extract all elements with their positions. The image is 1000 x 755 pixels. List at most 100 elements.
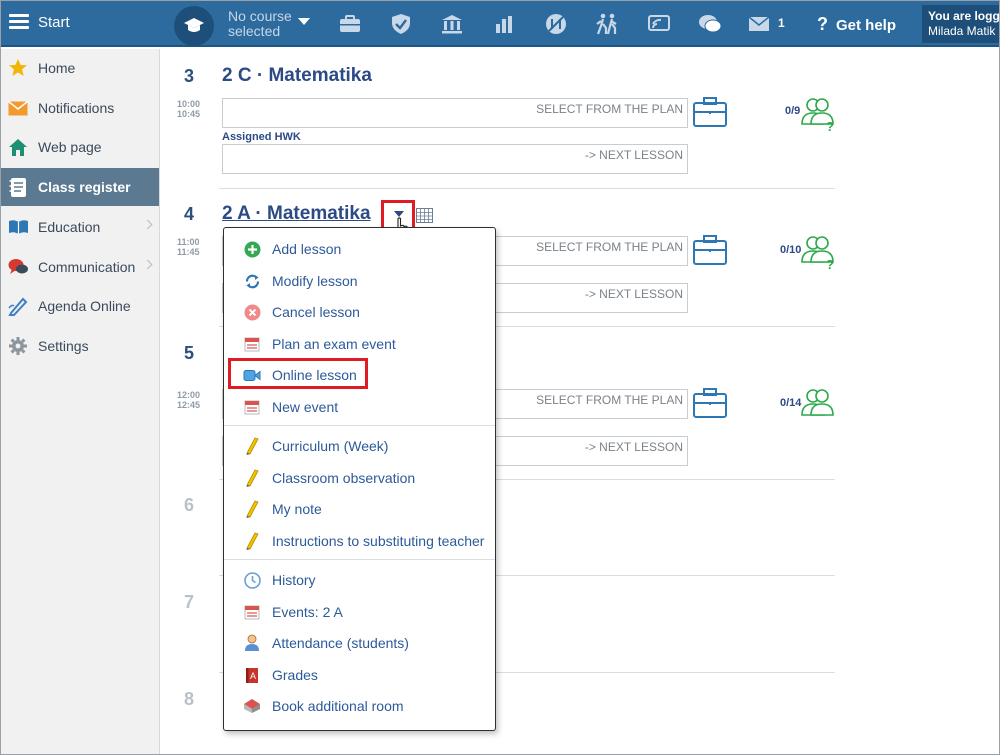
pencil-icon: [243, 437, 261, 455]
sidebar-item-label: Settings: [38, 338, 89, 354]
lesson-title[interactable]: 2 C · Matematika: [222, 65, 372, 87]
briefcase-icon[interactable]: [338, 13, 362, 35]
no-meal-icon[interactable]: [544, 13, 568, 35]
lesson-number: 7: [184, 592, 195, 612]
sidebar: Home Notifications Web page Class regist…: [1, 49, 160, 754]
sidebar-item-agenda-online[interactable]: Agenda Online: [1, 287, 159, 325]
chevron-right-icon: [142, 219, 153, 230]
sidebar-item-label: Education: [38, 219, 101, 235]
envelope-icon: [7, 97, 29, 119]
time-end: 10:45: [177, 109, 201, 119]
briefcase-icon[interactable]: [693, 235, 727, 265]
students-question-icon[interactable]: ?: [800, 97, 836, 131]
menu-item-classroom-observation[interactable]: Classroom observation: [224, 463, 494, 493]
menu-item-label: Cancel lesson: [272, 304, 360, 320]
pencil-icon: [243, 532, 261, 550]
menu-item-grades[interactable]: A Grades: [224, 660, 494, 690]
shield-check-icon[interactable]: [389, 13, 413, 35]
menu-item-label: History: [272, 572, 316, 588]
briefcase-icon[interactable]: [693, 388, 727, 418]
lesson-number: 8: [184, 689, 195, 709]
sidebar-item-communication[interactable]: Communication: [1, 248, 159, 286]
sidebar-item-label: Communication: [38, 259, 136, 275]
sidebar-item-label: Notifications: [38, 100, 115, 116]
sidebar-item-home[interactable]: Home: [1, 49, 159, 87]
menu-item-book-additional-room[interactable]: Book additional room: [224, 691, 494, 721]
calendar-event-icon: [243, 335, 261, 353]
lesson-number: 6: [184, 495, 195, 515]
sidebar-item-settings[interactable]: Settings: [1, 327, 159, 365]
time-end: 12:45: [177, 400, 201, 410]
sidebar-item-class-register[interactable]: Class register: [1, 168, 159, 206]
sidebar-item-label: Class register: [38, 179, 131, 195]
menu-item-plan-exam-event[interactable]: Plan an exam event: [224, 329, 494, 359]
menu-item-my-note[interactable]: My note: [224, 494, 494, 524]
online-lesson-highlight: [228, 358, 368, 389]
menu-item-attendance-students[interactable]: Attendance (students): [224, 628, 494, 658]
menu-item-modify-lesson[interactable]: Modify lesson: [224, 266, 494, 296]
book-icon: [7, 216, 29, 238]
crossing-icon[interactable]: [595, 13, 619, 35]
sidebar-item-education[interactable]: Education: [1, 208, 159, 246]
start-label[interactable]: Start: [38, 14, 70, 31]
get-help-button[interactable]: ? Get help: [817, 14, 896, 35]
hamburger-menu-icon[interactable]: [9, 14, 29, 30]
graduation-cap-icon[interactable]: [174, 6, 214, 46]
menu-item-events-2a[interactable]: Events: 2 A: [224, 597, 494, 627]
assigned-hwk-label: Assigned HWK: [222, 131, 301, 143]
sidebar-item-web-page[interactable]: Web page: [1, 128, 159, 166]
menu-item-instructions-substitute[interactable]: Instructions to substituting teacher: [224, 526, 494, 556]
user-status: You are logged: [928, 9, 1000, 23]
timetable-icon[interactable]: [416, 208, 433, 223]
help-label: Get help: [836, 17, 897, 34]
menu-item-new-event[interactable]: New event: [224, 392, 494, 422]
pen-icon: [7, 295, 29, 317]
sidebar-item-label: Web page: [38, 139, 102, 155]
attendance-count: 0/9: [785, 105, 801, 117]
app-window: Start No course selected 1 ? Get help Yo…: [0, 0, 1000, 755]
question-mark-icon: ?: [817, 14, 828, 34]
menu-item-label: New event: [272, 399, 339, 415]
cancel-circle-icon: [243, 303, 261, 321]
mail-icon[interactable]: [747, 13, 771, 35]
lesson-title[interactable]: 2 A · Matematika: [222, 203, 371, 225]
messages-count: 1: [778, 16, 785, 30]
lesson-time: 10:00 10:45: [177, 99, 200, 119]
lesson-time: 12:00 12:45: [177, 390, 200, 410]
menu-item-history[interactable]: History: [224, 565, 494, 595]
notebook-icon: [7, 176, 29, 198]
menu-item-label: My note: [272, 501, 322, 517]
refresh-icon: [243, 272, 261, 290]
menu-item-label: Add lesson: [272, 241, 342, 257]
menu-item-label: Grades: [272, 667, 318, 683]
menu-item-cancel-lesson[interactable]: Cancel lesson: [224, 297, 494, 327]
menu-item-curriculum-week[interactable]: Curriculum (Week): [224, 431, 494, 461]
plan-field[interactable]: SELECT FROM THE PLAN: [222, 98, 688, 128]
course-selector[interactable]: No course selected: [228, 9, 292, 39]
attendance-count: 0/10: [780, 244, 802, 256]
chat-bubbles-icon[interactable]: [698, 13, 722, 35]
sidebar-item-notifications[interactable]: Notifications: [1, 89, 159, 127]
time-end: 11:45: [177, 247, 200, 257]
students-question-icon[interactable]: ?: [800, 235, 836, 269]
menu-item-add-lesson[interactable]: Add lesson: [224, 234, 494, 264]
menu-item-label: Classroom observation: [272, 470, 416, 486]
house-icon: [7, 136, 29, 158]
cast-screen-icon[interactable]: [647, 13, 671, 35]
chevron-down-icon[interactable]: [298, 18, 310, 25]
institution-icon[interactable]: [440, 13, 464, 35]
user-panel[interactable]: You are logged Milada Matik: [922, 5, 1000, 43]
room-icon: [243, 697, 261, 715]
lesson-divider: [219, 188, 835, 189]
briefcase-icon[interactable]: [693, 97, 727, 127]
svg-text:?: ?: [826, 257, 834, 269]
next-lesson-field[interactable]: -> NEXT LESSON: [222, 144, 688, 174]
menu-item-label: Attendance (students): [272, 635, 409, 651]
grades-book-icon: A: [243, 666, 261, 684]
students-icon[interactable]: [800, 388, 836, 422]
sidebar-item-label: Agenda Online: [38, 298, 131, 314]
pencil-icon: [243, 500, 261, 518]
bar-chart-icon[interactable]: [492, 13, 516, 35]
lesson-number: 4: [184, 204, 195, 224]
student-icon: [243, 634, 261, 652]
